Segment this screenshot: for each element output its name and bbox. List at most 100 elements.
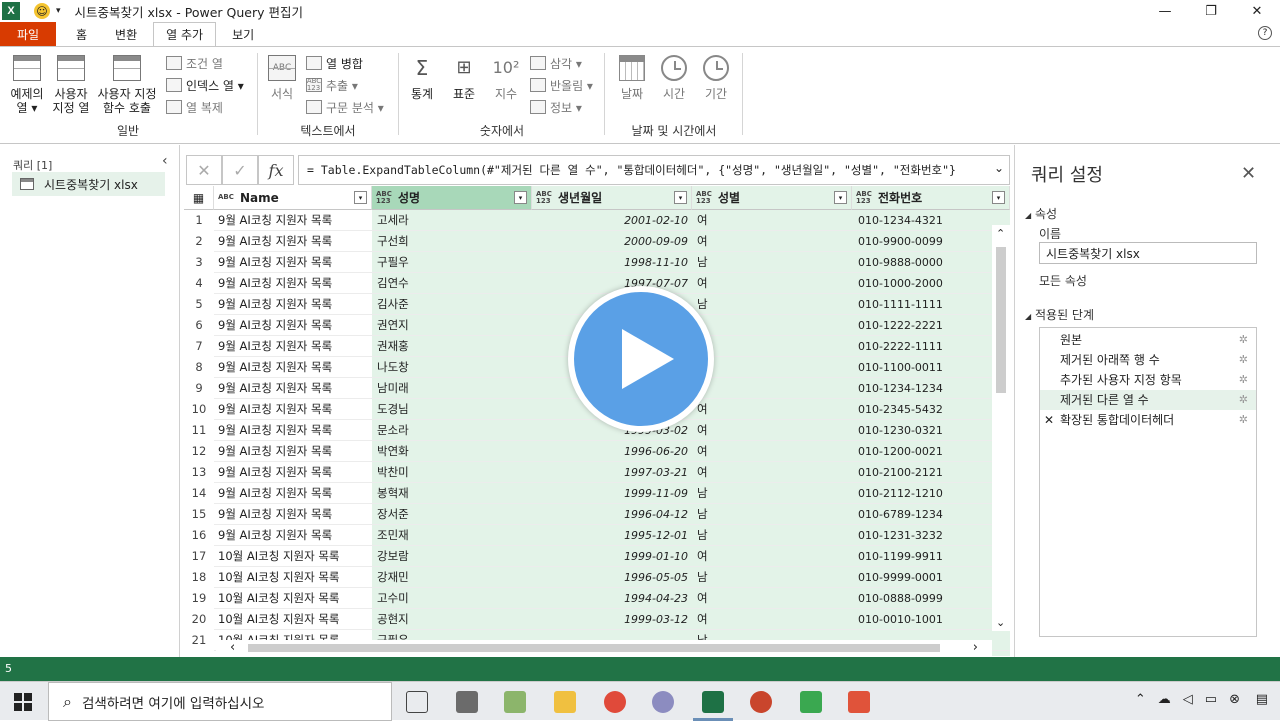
standard-button[interactable]: ⊞ 표준 (446, 53, 482, 102)
tab-transform[interactable]: 변환 (103, 22, 149, 46)
cell-birthdate[interactable]: 1996-06-20 (534, 441, 690, 462)
filter-dropdown-icon[interactable]: ▾ (992, 191, 1005, 204)
invoke-custom-function-button[interactable]: 사용자 지정 함수 호출 (94, 53, 160, 115)
cell-phone[interactable]: 010-1222-2221 (856, 315, 1006, 336)
cell-phone[interactable]: 010-2222-1111 (856, 336, 1006, 357)
date-button[interactable]: 날짜 (614, 53, 650, 101)
row-number[interactable]: 11 (184, 420, 214, 441)
row-number[interactable]: 6 (184, 315, 214, 336)
cell-person-name[interactable]: 강보람 (376, 546, 531, 567)
cell-phone[interactable]: 010-9888-0000 (856, 252, 1006, 273)
cell-person-name[interactable]: 공현지 (376, 609, 531, 630)
camtasia-green-icon[interactable] (800, 691, 822, 713)
table-row[interactable]: 2 9월 AI코칭 지원자 목록 구선희 2000-09-09 여 010-9900-00… (184, 231, 1010, 252)
scroll-right-icon[interactable]: › (973, 640, 978, 655)
excel-icon[interactable] (702, 691, 724, 713)
information-button[interactable]: 정보 ▾ (530, 97, 582, 117)
cell-name[interactable]: 9월 AI코칭 지원자 목록 (217, 294, 372, 315)
cell-gender[interactable]: 여 (696, 399, 851, 420)
app-icon[interactable] (456, 691, 478, 713)
cell-name[interactable]: 9월 AI코칭 지원자 목록 (217, 252, 372, 273)
cell-gender[interactable] (696, 315, 851, 336)
trigonometry-button[interactable]: 삼각 ▾ (530, 53, 582, 73)
excel-app-icon[interactable]: X (2, 2, 20, 20)
step-item[interactable]: ✕ 확장된 통합데이터헤더 ✲ (1040, 410, 1256, 430)
scroll-down-icon[interactable]: ⌄ (996, 616, 1005, 629)
table-row[interactable]: 16 9월 AI코칭 지원자 목록 조민재 1995-12-01 남 010-1231-3… (184, 525, 1010, 546)
duration-button[interactable]: 기간 (698, 53, 734, 101)
cell-birthdate[interactable]: 1996-04-12 (534, 504, 690, 525)
cell-phone[interactable]: 010-1000-2000 (856, 273, 1006, 294)
cell-person-name[interactable]: 구선희 (376, 231, 531, 252)
step-item[interactable]: 추가된 사용자 지정 항목 ✲ (1040, 370, 1256, 390)
cell-gender[interactable]: 여 (696, 588, 851, 609)
cell-phone[interactable]: 010-0010-1001 (856, 609, 1006, 630)
cell-name[interactable]: 9월 AI코칭 지원자 목록 (217, 357, 372, 378)
chrome-icon[interactable] (604, 691, 626, 713)
scroll-up-icon[interactable]: ⌃ (996, 227, 1005, 240)
scroll-thumb[interactable] (248, 644, 940, 652)
table-row[interactable]: 18 10월 AI코칭 지원자 목록 강재민 1996-05-05 남 010-9999-… (184, 567, 1010, 588)
row-number[interactable]: 16 (184, 525, 214, 546)
row-number[interactable]: 19 (184, 588, 214, 609)
powerpoint-icon[interactable] (750, 691, 772, 713)
table-row[interactable]: 20 10월 AI코칭 지원자 목록 공현지 1999-03-12 여 010-0010-… (184, 609, 1010, 630)
cell-birthdate[interactable]: 1998-11-10 (534, 252, 690, 273)
scroll-thumb[interactable] (996, 247, 1006, 393)
step-item[interactable]: 제거된 아래쪽 행 수 ✲ (1040, 350, 1256, 370)
duplicate-column-button[interactable]: 열 복제 (166, 97, 223, 117)
delete-step-icon[interactable]: ✕ (1044, 410, 1054, 430)
expand-formula-chevron-icon[interactable]: ⌄ (994, 161, 1004, 175)
cell-birthdate[interactable]: 1999-11-09 (534, 483, 690, 504)
cell-phone[interactable]: 010-1234-4321 (856, 210, 1006, 231)
column-from-examples-button[interactable]: 예제의 열 ▾ (6, 53, 48, 115)
cell-birthdate[interactable]: 1994-04-23 (534, 588, 690, 609)
table-row[interactable]: 17 10월 AI코칭 지원자 목록 강보람 1999-01-10 여 010-1199-… (184, 546, 1010, 567)
cell-name[interactable]: 10월 AI코칭 지원자 목록 (217, 588, 372, 609)
cell-name[interactable]: 9월 AI코칭 지원자 목록 (217, 273, 372, 294)
time-button[interactable]: 시간 (656, 53, 692, 101)
tab-add-column[interactable]: 열 추가 (153, 22, 217, 46)
row-number[interactable]: 1 (184, 210, 214, 231)
gear-icon[interactable]: ✲ (1239, 330, 1248, 350)
cell-name[interactable]: 10월 AI코칭 지원자 목록 (217, 546, 372, 567)
cell-name[interactable]: 9월 AI코칭 지원자 목록 (217, 399, 372, 420)
cell-person-name[interactable]: 고수미 (376, 588, 531, 609)
column-header-name-kr[interactable]: ABC 123 성명 ▾ (372, 186, 532, 210)
cell-name[interactable]: 10월 AI코칭 지원자 목록 (217, 609, 372, 630)
table-row[interactable]: 14 9월 AI코칭 지원자 목록 봉혁재 1999-11-09 남 010-2112-1… (184, 483, 1010, 504)
cell-name[interactable]: 9월 AI코칭 지원자 목록 (217, 504, 372, 525)
smiley-icon[interactable]: ☺ (34, 3, 50, 19)
cell-birthdate[interactable]: 1999-03-12 (534, 609, 690, 630)
type-icon[interactable]: ABC 123 (376, 190, 394, 205)
cell-person-name[interactable]: 박연화 (376, 441, 531, 462)
cell-phone[interactable]: 010-9999-0001 (856, 567, 1006, 588)
properties-section[interactable]: ◢ 속성 (1025, 205, 1057, 222)
cell-gender[interactable]: 여 (696, 609, 851, 630)
cell-phone[interactable]: 010-1234-1234 (856, 378, 1006, 399)
cell-phone[interactable]: 010-2345-5432 (856, 399, 1006, 420)
query-item[interactable]: 시트중복찾기 xlsx (12, 172, 165, 196)
type-icon[interactable]: ABC 123 (696, 190, 714, 205)
row-number[interactable]: 14 (184, 483, 214, 504)
table-row[interactable]: 15 9월 AI코칭 지원자 목록 장서준 1996-04-12 남 010-6789-1… (184, 504, 1010, 525)
row-number[interactable]: 12 (184, 441, 214, 462)
cell-gender[interactable] (696, 378, 851, 399)
scroll-left-icon[interactable]: ‹ (230, 640, 235, 655)
cell-phone[interactable]: 010-2112-1210 (856, 483, 1006, 504)
filter-dropdown-icon[interactable]: ▾ (834, 191, 847, 204)
cell-gender[interactable] (696, 336, 851, 357)
cell-gender[interactable]: 남 (696, 567, 851, 588)
type-icon[interactable]: ABC 123 (856, 190, 874, 205)
confirm-formula-icon[interactable]: ✓ (222, 155, 258, 185)
fx-icon[interactable]: fx (258, 155, 294, 185)
cell-person-name[interactable]: 김사준 (376, 294, 531, 315)
row-number[interactable]: 3 (184, 252, 214, 273)
column-header-name[interactable]: ABC Name ▾ (214, 186, 372, 210)
task-view-icon[interactable] (406, 691, 428, 713)
cell-name[interactable]: 9월 AI코칭 지원자 목록 (217, 378, 372, 399)
cell-phone[interactable]: 010-1111-1111 (856, 294, 1006, 315)
row-number[interactable]: 7 (184, 336, 214, 357)
cell-person-name[interactable]: 박찬미 (376, 462, 531, 483)
cell-name[interactable]: 9월 AI코칭 지원자 목록 (217, 210, 372, 231)
